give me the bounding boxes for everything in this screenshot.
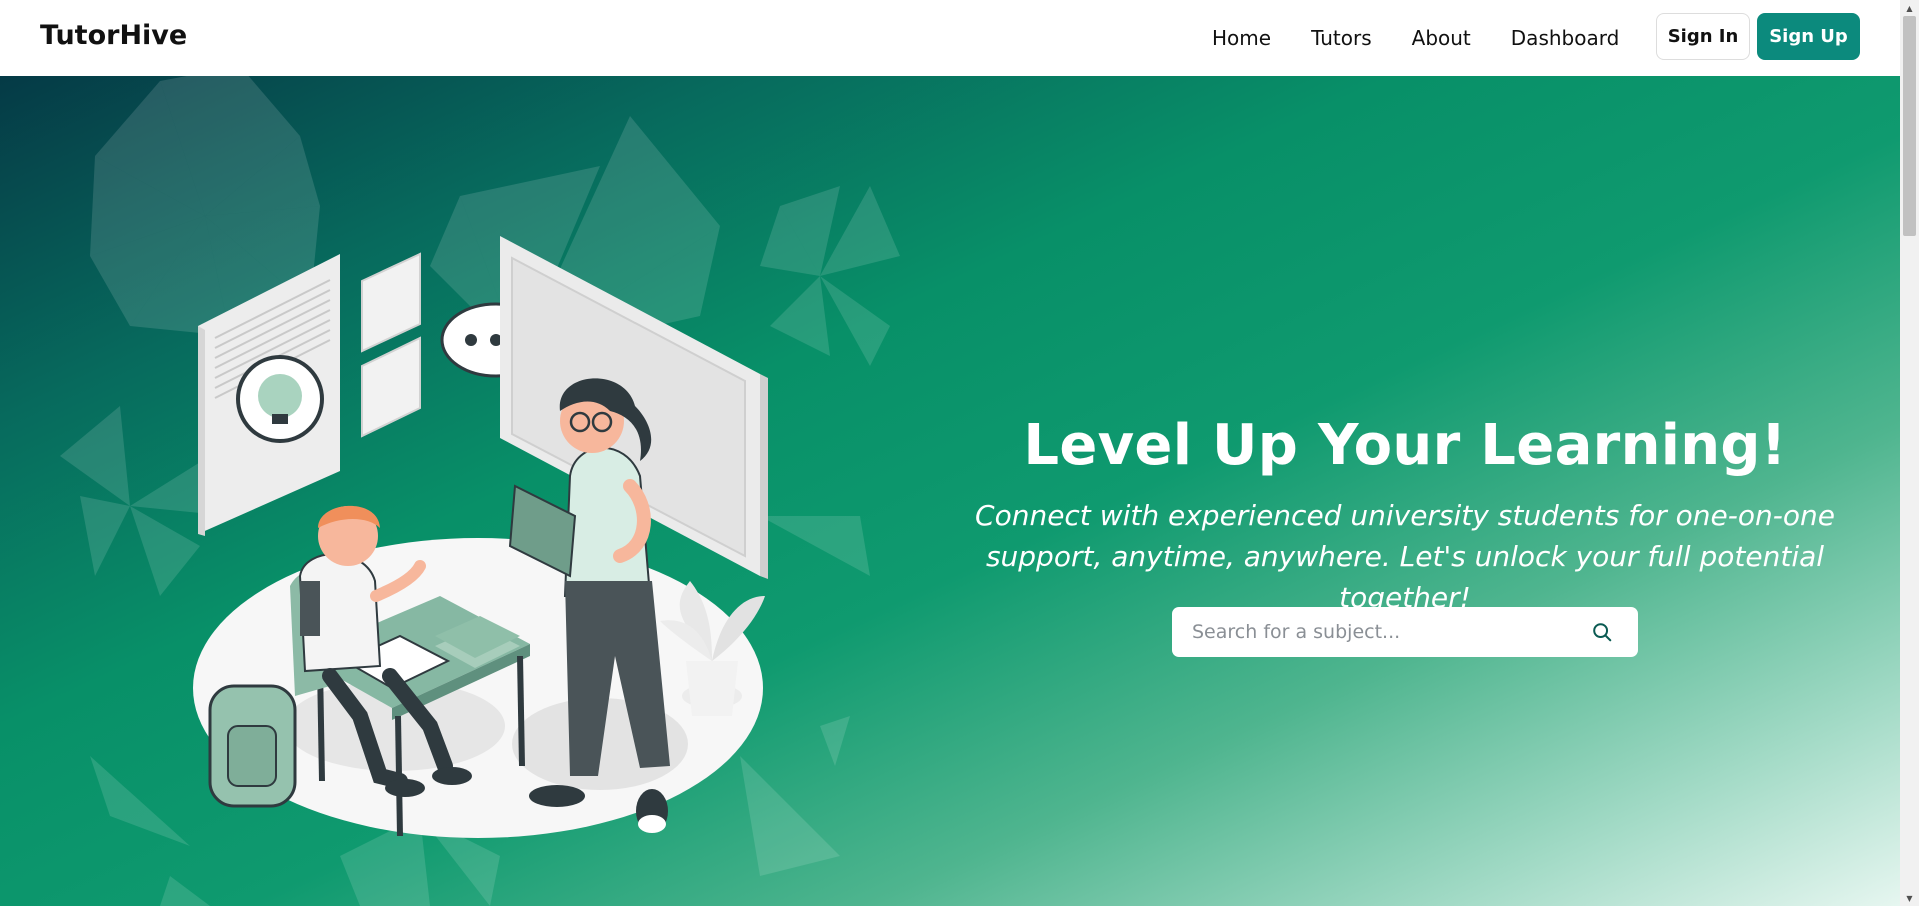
scroll-up-arrow-icon[interactable]: ▲	[1900, 0, 1919, 16]
sign-in-button[interactable]: Sign In	[1656, 13, 1750, 60]
search-input[interactable]	[1172, 607, 1580, 657]
page-scrollbar[interactable]: ▲ ▼	[1900, 0, 1919, 906]
nav-home-link[interactable]: Home	[1212, 26, 1271, 50]
scroll-thumb[interactable]	[1903, 16, 1916, 236]
nav-about-link[interactable]: About	[1412, 26, 1471, 50]
hero-title: Level Up Your Learning!	[1023, 413, 1787, 478]
nav-links: Home Tutors About Dashboard	[1212, 0, 1619, 76]
navbar: TutorHive Home Tutors About Dashboard Si…	[0, 0, 1900, 76]
hero-text: Level Up Your Learning! Connect with exp…	[940, 413, 1870, 618]
hero-subtitle: Connect with experienced university stud…	[975, 499, 1835, 614]
brand-logo[interactable]: TutorHive	[40, 20, 187, 51]
hero-section: Level Up Your Learning! Connect with exp…	[0, 76, 1900, 906]
scroll-down-arrow-icon[interactable]: ▼	[1900, 890, 1919, 906]
nav-tutors-link[interactable]: Tutors	[1311, 26, 1372, 50]
nav-dashboard-link[interactable]: Dashboard	[1511, 26, 1620, 50]
wall-pictures	[361, 252, 421, 438]
sign-up-button[interactable]: Sign Up	[1757, 13, 1860, 60]
search-icon[interactable]	[1580, 607, 1624, 657]
search-box	[1172, 607, 1638, 657]
